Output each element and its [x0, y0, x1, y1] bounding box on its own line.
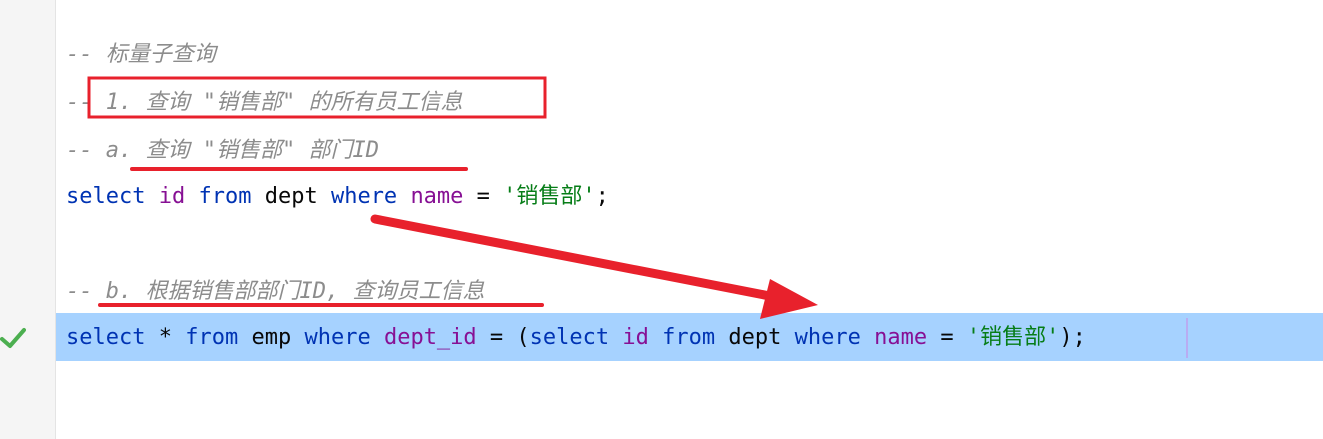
keyword-from-sub: from: [662, 325, 716, 350]
comment-prefix: --: [66, 90, 93, 115]
operator-star: *: [158, 325, 172, 350]
code-line-query-2[interactable]: select * from emp where dept_id = (selec…: [66, 319, 1086, 357]
keyword-from: from: [198, 184, 252, 209]
column-name: name: [874, 325, 928, 350]
operator-equals: =: [476, 184, 490, 209]
column-id: id: [158, 184, 186, 209]
comment-text: 1. 查询 "销售部" 的所有员工信息: [92, 90, 463, 115]
string-literal: '销售部': [503, 184, 596, 209]
text-caret: [1186, 318, 1188, 358]
semicolon: ;: [1072, 325, 1086, 350]
column-id: id: [622, 325, 649, 350]
keyword-from: from: [185, 325, 239, 350]
keyword-select: select: [66, 325, 146, 350]
column-name: name: [410, 184, 464, 209]
table-emp: emp: [251, 325, 292, 350]
keyword-select-sub: select: [529, 325, 610, 350]
table-dept: dept: [264, 184, 318, 209]
keyword-where-sub: where: [794, 325, 861, 350]
keyword-select: select: [66, 184, 146, 209]
code-line-comment-2[interactable]: -- 1. 查询 "销售部" 的所有员工信息: [66, 84, 462, 122]
editor-gutter: [0, 0, 56, 439]
right-paren: ): [1059, 325, 1073, 350]
code-line-query-1[interactable]: select id from dept where name = '销售部';: [66, 178, 609, 216]
semicolon: ;: [595, 184, 609, 209]
code-editor[interactable]: -- 标量子查询 -- 1. 查询 "销售部" 的所有员工信息 -- a. 查询…: [56, 0, 1323, 439]
left-paren: (: [516, 325, 530, 350]
operator-equals: =: [489, 325, 504, 350]
code-line-comment-3[interactable]: -- a. 查询 "销售部" 部门ID: [66, 132, 379, 170]
check-icon: [0, 328, 26, 348]
code-line-comment-1[interactable]: -- 标量子查询: [66, 36, 216, 74]
code-line-comment-4[interactable]: -- b. 根据销售部部门ID, 查询员工信息: [66, 273, 484, 311]
operator-equals: =: [940, 325, 954, 350]
table-dept: dept: [728, 325, 782, 350]
column-dept-id: dept_id: [383, 325, 477, 350]
keyword-where: where: [304, 325, 371, 350]
keyword-where: where: [330, 184, 398, 209]
string-literal: '销售部': [966, 325, 1060, 350]
